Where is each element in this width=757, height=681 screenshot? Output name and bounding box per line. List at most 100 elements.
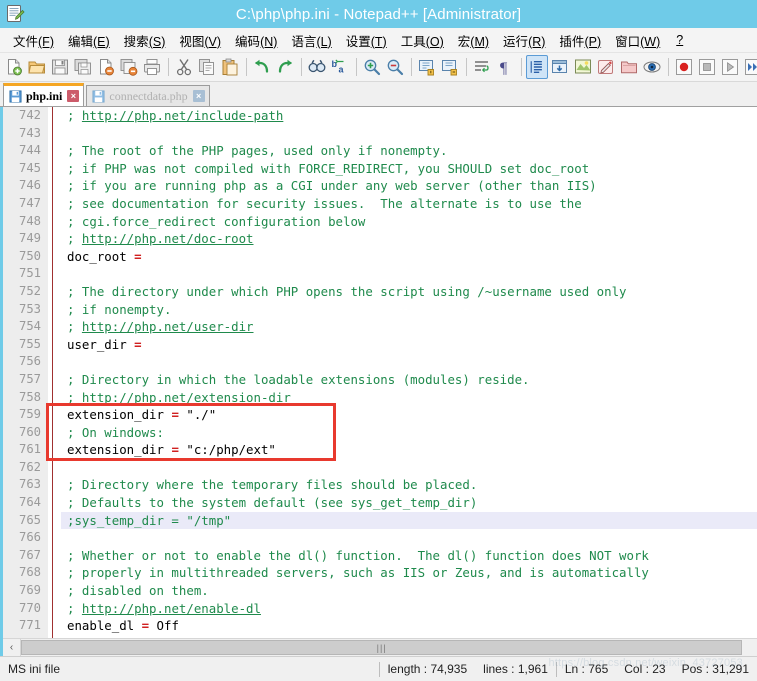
menu-search[interactable]: 搜索(S) — [117, 29, 173, 52]
fold-margin[interactable] — [48, 300, 61, 319]
fold-margin[interactable] — [48, 177, 61, 195]
fold-margin[interactable] — [48, 142, 61, 160]
code-line[interactable]: 742; http://php.net/include-path — [3, 107, 757, 125]
cut-icon[interactable] — [173, 55, 195, 79]
fold-margin[interactable] — [48, 458, 61, 477]
code-line-text[interactable]: ; http://php.net/extension-dir — [61, 389, 757, 407]
folder-as-workspace-icon[interactable] — [618, 55, 640, 79]
code-line[interactable]: 763 ; Directory where the temporary files… — [3, 476, 757, 495]
code-line[interactable]: 754; http://php.net/user-dir — [3, 318, 757, 336]
indent-guide-icon[interactable] — [526, 55, 548, 79]
code-line[interactable]: 752 ; The directory under which PHP opens… — [3, 282, 757, 301]
menu-window[interactable]: 窗口(W) — [608, 29, 667, 52]
user-defined-dialog-icon[interactable] — [549, 55, 571, 79]
fold-margin[interactable] — [48, 230, 61, 248]
code-line-text[interactable]: extension_dir = "./" — [61, 406, 757, 424]
fold-margin[interactable] — [48, 107, 61, 125]
show-document-map-icon[interactable] — [572, 55, 594, 79]
code-line-text[interactable]: doc_root = — [61, 248, 757, 266]
paste-icon[interactable] — [219, 55, 241, 79]
scrollbar-track[interactable]: ||| — [21, 639, 757, 656]
code-line-text[interactable] — [61, 265, 757, 283]
code-line-text[interactable]: ; The root of the PHP pages, used only i… — [61, 142, 757, 160]
code-line[interactable]: 771 enable_dl = Off — [3, 617, 757, 635]
code-line[interactable]: 750 doc_root = — [3, 247, 757, 266]
code-line[interactable]: 756 — [3, 353, 757, 371]
print-icon[interactable] — [141, 55, 163, 79]
fold-margin[interactable] — [48, 599, 61, 618]
save-icon[interactable] — [49, 55, 71, 79]
menu-plugins[interactable]: 插件(P) — [552, 29, 608, 52]
redo-icon[interactable] — [274, 55, 296, 79]
close-all-icon[interactable] — [118, 55, 140, 79]
code-line-text[interactable]: ; properly in multithreaded servers, suc… — [61, 564, 757, 582]
code-line-text[interactable]: ;sys_temp_dir = "/tmp" — [61, 512, 757, 530]
fold-margin[interactable] — [48, 582, 61, 600]
code-line-text[interactable]: ; http://php.net/enable-dl — [61, 600, 757, 618]
replace-icon[interactable]: b a — [329, 55, 351, 79]
code-line-text[interactable] — [61, 635, 757, 638]
record-macro-icon[interactable] — [673, 55, 695, 79]
menu-file[interactable]: 文件(F) — [6, 29, 61, 52]
menu-view[interactable]: 视图(V) — [172, 29, 228, 52]
menu-edit[interactable]: 编辑(E) — [61, 29, 117, 52]
function-list-icon[interactable] — [595, 55, 617, 79]
find-icon[interactable] — [306, 55, 328, 79]
code-line-text[interactable]: ; Whether or not to enable the dl() func… — [61, 547, 757, 565]
run-multiple-icon[interactable] — [742, 55, 757, 79]
menu-run[interactable]: 运行(R) — [496, 29, 552, 52]
fold-margin[interactable] — [48, 212, 61, 231]
zoom-in-icon[interactable] — [361, 55, 383, 79]
undo-icon[interactable] — [251, 55, 273, 79]
code-line[interactable]: 769 ; disabled on them. — [3, 582, 757, 600]
code-line-text[interactable]: ; http://php.net/user-dir — [61, 318, 757, 336]
code-line[interactable]: 749; http://php.net/doc-root — [3, 230, 757, 248]
fold-margin[interactable] — [48, 441, 61, 459]
code-line[interactable]: 753 ; if nonempty. — [3, 300, 757, 319]
fold-margin[interactable] — [48, 335, 61, 354]
scrollbar-thumb[interactable]: ||| — [21, 640, 743, 655]
code-line-text[interactable]: ; On windows: — [61, 424, 757, 442]
menu-settings[interactable]: 设置(T) — [339, 29, 394, 52]
fold-margin[interactable] — [48, 529, 61, 547]
code-line[interactable]: 766 — [3, 529, 757, 547]
code-line-text[interactable]: extension_dir = "c:/php/ext" — [61, 441, 757, 459]
code-line[interactable]: 765 ;sys_temp_dir = "/tmp" — [3, 511, 757, 530]
fold-margin[interactable] — [48, 423, 61, 442]
fold-margin[interactable] — [48, 265, 61, 283]
code-line[interactable]: 748 ; cgi.force_redirect configuration be… — [3, 212, 757, 231]
fold-margin[interactable] — [48, 617, 61, 635]
code-content[interactable]: 742; http://php.net/include-path 743 744; … — [3, 107, 757, 638]
code-line[interactable]: 755 user_dir = — [3, 335, 757, 354]
code-line-text[interactable] — [61, 529, 757, 547]
code-line[interactable]: 772 — [3, 634, 757, 638]
new-file-icon[interactable] — [3, 55, 25, 79]
code-line[interactable]: 746 ; if you are running php as a CGI und… — [3, 177, 757, 195]
copy-icon[interactable] — [196, 55, 218, 79]
fold-margin[interactable] — [48, 194, 61, 213]
fold-margin[interactable] — [48, 370, 61, 389]
fold-margin[interactable] — [48, 634, 61, 638]
code-line-text[interactable]: ; Defaults to the system default (see sy… — [61, 494, 757, 512]
close-icon[interactable]: × — [67, 90, 80, 102]
sync-horizontal-scroll-icon[interactable] — [439, 55, 461, 79]
sync-vertical-scroll-icon[interactable] — [416, 55, 438, 79]
code-line-text[interactable]: ; The directory under which PHP opens th… — [61, 283, 757, 301]
code-line[interactable]: 767 ; Whether or not to enable the dl() f… — [3, 546, 757, 565]
stop-recording-icon[interactable] — [696, 55, 718, 79]
code-line-text[interactable] — [61, 353, 757, 371]
fold-margin[interactable] — [48, 124, 61, 143]
menu-language[interactable]: 语言(L) — [284, 29, 338, 52]
code-line-text[interactable]: ; if you are running php as a CGI under … — [61, 177, 757, 195]
code-line-text[interactable]: ; http://php.net/doc-root — [61, 230, 757, 248]
word-wrap-icon[interactable] — [471, 55, 493, 79]
horizontal-scrollbar[interactable]: ‹ ||| — [3, 638, 757, 656]
fold-margin[interactable] — [48, 476, 61, 495]
code-line[interactable]: 764 ; Defaults to the system default (see… — [3, 494, 757, 512]
code-line[interactable]: 743 — [3, 124, 757, 143]
fold-margin[interactable] — [48, 388, 61, 407]
scroll-left-arrow[interactable]: ‹ — [3, 639, 21, 656]
tab-php-ini[interactable]: php.ini × — [3, 83, 85, 106]
code-line[interactable]: 768 ; properly in multithreaded servers, … — [3, 564, 757, 583]
tab-connectdata-php[interactable]: connectdata.php × — [86, 85, 210, 106]
